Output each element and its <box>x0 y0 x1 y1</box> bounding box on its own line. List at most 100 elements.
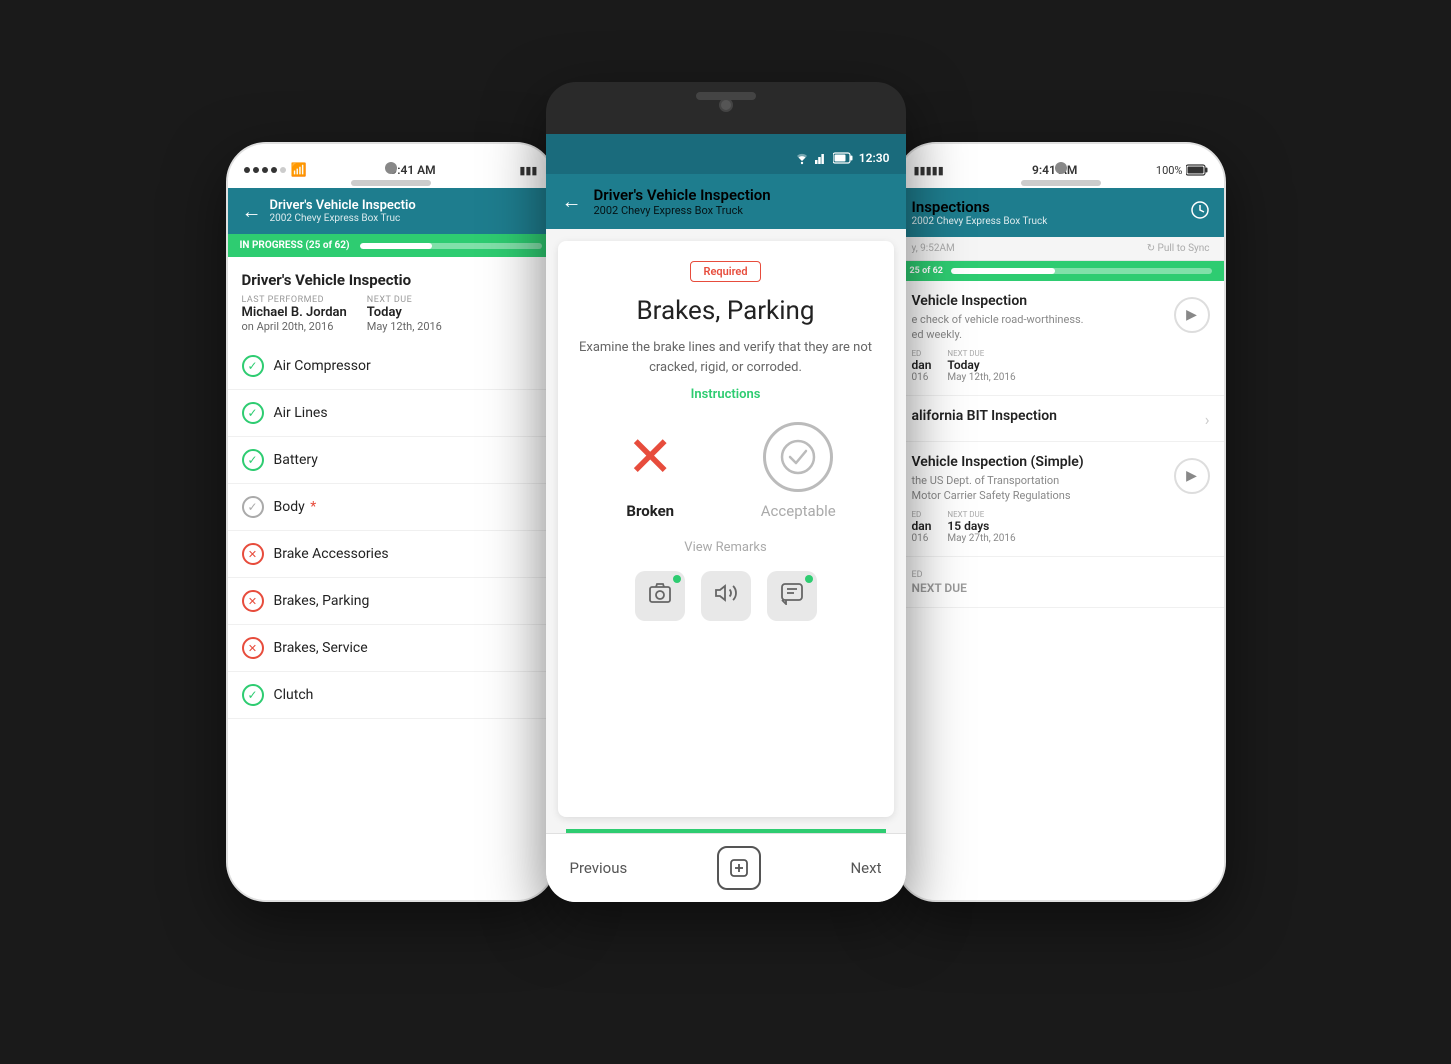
left-time: 9:41 AM <box>390 163 435 177</box>
android-header: ← Driver's Vehicle Inspection 2002 Chevy… <box>546 174 906 229</box>
list-item[interactable]: ✕Brake Accessories <box>228 531 554 578</box>
left-progress-bar: IN PROGRESS (25 of 62) <box>228 234 554 257</box>
modal-item-title: Brakes, Parking <box>578 296 874 326</box>
pull-to-sync[interactable]: ↻ Pull to Sync <box>1147 243 1210 254</box>
insp-card-1-text: Vehicle Inspection e check of vehicle ro… <box>912 293 1174 383</box>
battery-icon <box>833 152 853 164</box>
left-header: ← Driver's Vehicle Inspectio 2002 Chevy … <box>228 188 554 234</box>
left-last-perf-label: LAST PERFORMED <box>242 295 347 305</box>
android-camera <box>719 98 733 112</box>
checkmark-icon <box>780 439 816 475</box>
right-time: 9:41 AM <box>1032 163 1077 177</box>
android-screen: 12:30 ← Driver's Vehicle Inspection 2002… <box>546 134 906 902</box>
left-progress-label: IN PROGRESS (25 of 62) <box>240 240 350 251</box>
list-item-label: Battery <box>274 452 318 468</box>
list-item[interactable]: ✓Body * <box>228 484 554 531</box>
android-back-btn[interactable]: ← <box>562 189 582 214</box>
left-back-btn[interactable]: ← <box>242 199 262 224</box>
modal-card: Required Brakes, Parking Examine the bra… <box>558 241 894 817</box>
photo-green-dot <box>673 575 681 583</box>
required-star: * <box>307 499 317 515</box>
green-check-icon: ✓ <box>242 402 264 424</box>
left-header-title: Driver's Vehicle Inspectio <box>270 198 416 213</box>
broken-button[interactable]: ✕ Broken <box>615 422 685 520</box>
insp-meta-3-ed-date: 016 <box>912 533 932 544</box>
green-check-icon: ✓ <box>242 684 264 706</box>
left-inspection-list: ✓Air Compressor✓Air Lines✓Battery✓Body *… <box>228 343 554 719</box>
left-phone: 📶 9:41 AM ▮▮▮ ← Driver's Vehicle Inspect… <box>226 142 556 902</box>
broken-icon-container: ✕ <box>615 422 685 492</box>
insp-meta-3-ed-label: ED <box>912 510 932 519</box>
left-next-due-val: Today <box>367 305 442 320</box>
instructions-link[interactable]: Instructions <box>578 387 874 402</box>
inspection-card-4[interactable]: ED NEXT DUE <box>898 557 1224 609</box>
left-inspection-title: Driver's Vehicle Inspectio <box>228 257 554 295</box>
insp-card-1-title: Vehicle Inspection <box>912 293 1174 309</box>
list-item[interactable]: ✓ Battery <box>228 437 554 484</box>
acceptable-button[interactable]: Acceptable <box>761 422 836 520</box>
left-phone-speaker <box>351 180 431 186</box>
right-screen-body: Vehicle Inspection e check of vehicle ro… <box>898 281 1224 900</box>
insp-meta-3-ed-name: dan <box>912 519 932 533</box>
photo-button[interactable] <box>635 571 685 621</box>
inspection-card-3[interactable]: Vehicle Inspection (Simple) the US Dept.… <box>898 442 1224 557</box>
right-header: Inspections 2002 Chevy Express Box Truck <box>898 188 1224 237</box>
insp-card-4-val: NEXT DUE <box>912 581 1210 595</box>
wifi-icon <box>795 151 809 165</box>
insp-card-3-title: Vehicle Inspection (Simple) <box>912 454 1174 470</box>
comment-button[interactable] <box>767 571 817 621</box>
history-icon[interactable] <box>1190 200 1210 225</box>
signal-icon <box>815 152 827 164</box>
inspection-card-2[interactable]: alifornia BIT Inspection › <box>898 396 1224 442</box>
insp-card-4-desc: ED <box>912 569 1210 582</box>
insp-chevron-2: › <box>1205 410 1210 429</box>
list-item[interactable]: ✓ Air Lines <box>228 390 554 437</box>
green-check-icon: ✓ <box>242 449 264 471</box>
acceptable-label: Acceptable <box>761 502 836 520</box>
right-header-title: Inspections <box>912 198 1190 216</box>
action-icons-row <box>578 571 874 621</box>
add-note-button[interactable] <box>717 846 761 890</box>
left-meta-row: LAST PERFORMED Michael B. Jordan on Apri… <box>228 295 554 343</box>
red-x-icon: ✕ <box>242 637 264 659</box>
list-item[interactable]: ✕Brakes, Parking <box>228 578 554 625</box>
right-progress-label: 25 of 62 <box>910 266 943 276</box>
list-item[interactable]: ✓Air Compressor <box>228 343 554 390</box>
required-badge: Required <box>690 261 760 282</box>
left-last-performed: LAST PERFORMED Michael B. Jordan on Apri… <box>242 295 347 333</box>
android-header-text: Driver's Vehicle Inspection 2002 Chevy E… <box>594 186 890 217</box>
right-progress-fill <box>951 268 1055 274</box>
list-item-label: Air Compressor <box>274 358 371 374</box>
list-item-label: Brakes, Service <box>274 640 368 656</box>
previous-button[interactable]: Previous <box>570 859 628 877</box>
insp-card-2-title: alifornia BIT Inspection <box>912 408 1205 424</box>
left-progress-fill <box>360 243 433 249</box>
list-item-label: Body * <box>274 499 317 515</box>
left-screen-body: Driver's Vehicle Inspectio LAST PERFORME… <box>228 257 554 900</box>
insp-card-3-desc: the US Dept. of TransportationMotor Carr… <box>912 473 1174 504</box>
insp-play-btn-3[interactable]: ▶ <box>1174 458 1210 494</box>
view-remarks-link[interactable]: View Remarks <box>578 540 874 555</box>
broken-label: Broken <box>626 502 674 520</box>
right-header-left: Inspections 2002 Chevy Express Box Truck <box>912 198 1190 227</box>
insp-meta-nextdue-label: NEXT DUE <box>947 349 1015 358</box>
insp-play-btn-1[interactable]: ▶ <box>1174 297 1210 333</box>
android-status-icons: 12:30 <box>795 151 890 165</box>
list-item-label: Air Lines <box>274 405 328 421</box>
android-title: Driver's Vehicle Inspection <box>594 186 890 204</box>
modal-description: Examine the brake lines and verify that … <box>578 338 874 377</box>
next-button[interactable]: Next <box>850 859 881 877</box>
list-item[interactable]: ✕ Brakes, Service <box>228 625 554 672</box>
broken-x-icon: ✕ <box>627 429 674 485</box>
insp-meta-ed-date: 016 <box>912 372 932 383</box>
left-next-due-date: May 12th, 2016 <box>367 320 442 333</box>
scene: 📶 9:41 AM ▮▮▮ ← Driver's Vehicle Inspect… <box>226 82 1226 982</box>
insp-meta-nextdue-date: May 12th, 2016 <box>947 372 1015 383</box>
inspection-card-1[interactable]: Vehicle Inspection e check of vehicle ro… <box>898 281 1224 396</box>
left-last-perf-date: on April 20th, 2016 <box>242 320 347 333</box>
signal-dots: 📶 <box>244 163 307 178</box>
audio-button[interactable] <box>701 571 751 621</box>
wifi-icon: 📶 <box>291 163 307 178</box>
list-item[interactable]: ✓Clutch <box>228 672 554 719</box>
choice-row: ✕ Broken Acceptable <box>578 422 874 520</box>
